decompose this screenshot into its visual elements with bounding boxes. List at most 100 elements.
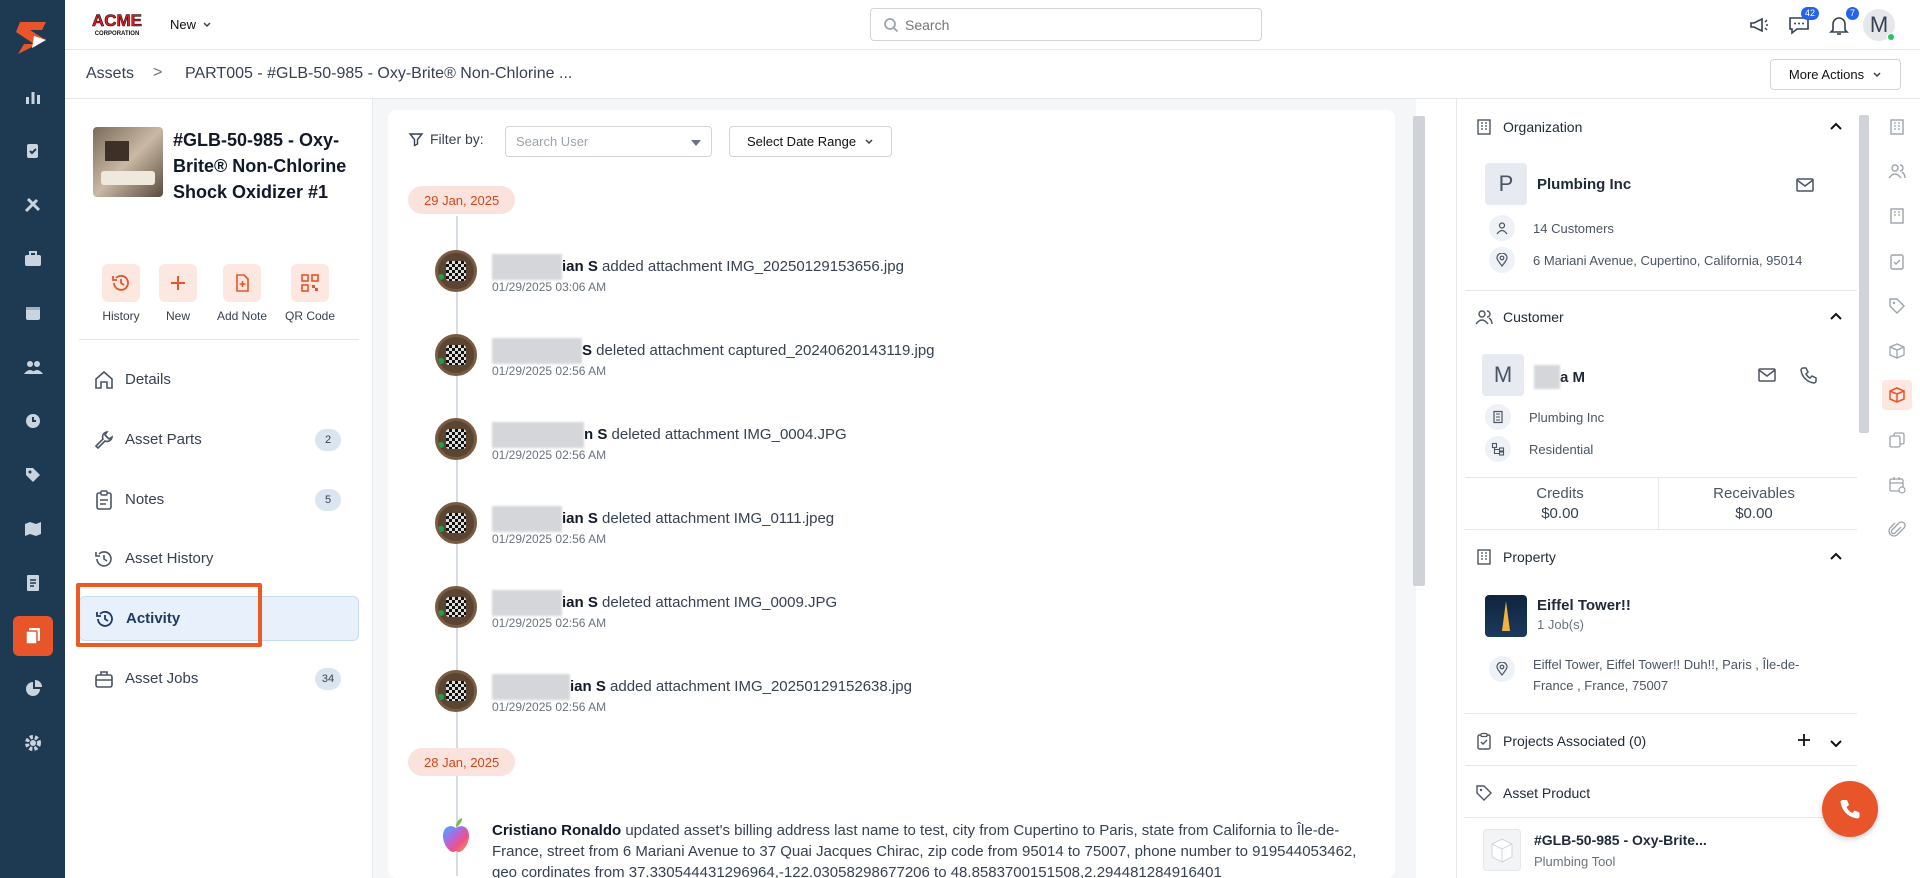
chevron-up-icon[interactable] bbox=[1829, 310, 1843, 324]
global-search[interactable] bbox=[870, 8, 1262, 41]
nav-invoices-icon[interactable] bbox=[18, 568, 48, 598]
activity-user[interactable]: ian S bbox=[562, 510, 598, 527]
add-note-action[interactable]: Add Note bbox=[207, 264, 277, 323]
announcement-icon[interactable] bbox=[1747, 13, 1771, 37]
sidebar-item-asset-parts[interactable]: Asset Parts 2 bbox=[79, 417, 359, 462]
customer-name-wrap[interactable]: a M bbox=[1534, 365, 1585, 389]
receivables-stat: Receivables $0.00 bbox=[1659, 485, 1849, 522]
asset-jobs-count: 34 bbox=[315, 667, 341, 690]
property-image[interactable] bbox=[1485, 595, 1527, 637]
details-scrollbar[interactable] bbox=[1859, 115, 1869, 433]
nav-time-icon[interactable] bbox=[18, 406, 48, 436]
activity-user[interactable]: ian S bbox=[562, 594, 598, 611]
notifications-button[interactable]: 7 bbox=[1827, 7, 1859, 37]
activity-user[interactable]: ian S bbox=[570, 678, 606, 695]
user-avatar[interactable] bbox=[435, 586, 477, 628]
customer-initial: M bbox=[1493, 362, 1513, 387]
notifications-badge: 7 bbox=[1845, 7, 1859, 20]
nav-tools-icon[interactable] bbox=[18, 190, 48, 220]
nav-customers-icon[interactable] bbox=[18, 352, 48, 382]
user-avatar[interactable] bbox=[435, 418, 477, 460]
activity-user[interactable]: ian S bbox=[562, 258, 598, 275]
product-name[interactable]: #GLB-50-985 - Oxy-Brite... bbox=[1534, 832, 1707, 848]
new-action[interactable]: New bbox=[143, 264, 213, 323]
sidebar-item-asset-jobs[interactable]: Asset Jobs 34 bbox=[79, 656, 359, 701]
breadcrumb-assets-link[interactable]: Assets bbox=[86, 65, 134, 83]
nav-tags-icon[interactable] bbox=[18, 460, 48, 490]
sidebar-divider bbox=[79, 339, 359, 340]
sidebar-item-notes[interactable]: Notes 5 bbox=[79, 477, 359, 522]
rail-tag-icon[interactable] bbox=[1886, 295, 1908, 317]
date-range-button[interactable]: Select Date Range bbox=[729, 126, 892, 157]
nav-reports-icon[interactable] bbox=[18, 82, 48, 112]
activity-timestamp: 01/29/2025 02:56 AM bbox=[492, 532, 607, 546]
section-divider bbox=[1465, 713, 1857, 714]
phone-icon[interactable] bbox=[1799, 365, 1819, 385]
asset-image[interactable] bbox=[93, 127, 163, 197]
user-filter-select[interactable]: Search User bbox=[505, 126, 712, 157]
clipboard-check-icon bbox=[1477, 732, 1491, 750]
mail-icon[interactable] bbox=[1795, 175, 1815, 195]
customer-section-header[interactable]: Customer bbox=[1475, 306, 1851, 328]
property-jobs[interactable]: 1 Job(s) bbox=[1537, 617, 1584, 632]
nav-settings-icon[interactable] bbox=[18, 728, 48, 758]
qr-code-action[interactable]: QR Code bbox=[275, 264, 345, 323]
activity-user[interactable]: n S bbox=[584, 426, 607, 443]
user-avatar[interactable] bbox=[435, 250, 477, 292]
rail-projects-icon[interactable] bbox=[1886, 250, 1908, 272]
feed-scrollbar[interactable] bbox=[1413, 116, 1425, 586]
filter-label-text: Filter by: bbox=[430, 131, 484, 147]
asset-product-section-header[interactable]: Asset Product bbox=[1475, 782, 1851, 804]
notes-count: 5 bbox=[315, 488, 341, 511]
chevron-down-icon[interactable] bbox=[1829, 736, 1843, 750]
messages-button[interactable]: 42 bbox=[1787, 7, 1819, 37]
rail-organization-icon[interactable] bbox=[1886, 116, 1908, 138]
user-avatar[interactable]: M bbox=[1863, 9, 1895, 41]
mail-icon[interactable] bbox=[1757, 365, 1777, 385]
new-menu[interactable]: New bbox=[170, 17, 212, 32]
chevron-up-icon[interactable] bbox=[1829, 120, 1843, 134]
customer-name[interactable]: a M bbox=[1560, 369, 1585, 386]
activity-user[interactable]: Cristiano Ronaldo bbox=[492, 822, 621, 839]
rail-asset-icon[interactable] bbox=[1882, 380, 1912, 410]
user-avatar[interactable] bbox=[435, 670, 477, 712]
organization-name[interactable]: Plumbing Inc bbox=[1537, 176, 1631, 193]
rail-customer-icon[interactable] bbox=[1886, 160, 1908, 182]
add-project-icon[interactable] bbox=[1797, 733, 1811, 747]
filter-icon bbox=[408, 133, 424, 147]
user-avatar[interactable] bbox=[435, 502, 477, 544]
property-name[interactable]: Eiffel Tower!! bbox=[1537, 597, 1631, 614]
sidebar-item-details[interactable]: Details bbox=[79, 357, 359, 402]
dropdown-caret-icon bbox=[691, 140, 701, 146]
product-image[interactable] bbox=[1483, 829, 1521, 871]
property-section-header[interactable]: Property bbox=[1475, 546, 1851, 568]
date-group-label: 28 Jan, 2025 bbox=[408, 748, 516, 776]
nav-jobs-icon[interactable] bbox=[18, 244, 48, 274]
search-input[interactable] bbox=[905, 9, 1245, 40]
organization-section-header[interactable]: Organization bbox=[1475, 116, 1851, 138]
call-button[interactable] bbox=[1822, 781, 1878, 837]
section-divider bbox=[1465, 290, 1857, 291]
organization-address: 6 Mariani Avenue, Cupertino, California,… bbox=[1533, 252, 1803, 268]
nav-analytics-icon[interactable] bbox=[18, 674, 48, 704]
user-avatar[interactable] bbox=[435, 334, 477, 376]
rail-copy-icon[interactable] bbox=[1886, 429, 1908, 451]
projects-section-header[interactable]: Projects Associated (0) bbox=[1475, 730, 1851, 752]
rail-attachment-icon[interactable] bbox=[1886, 519, 1908, 541]
nav-tasks-icon[interactable] bbox=[18, 136, 48, 166]
rail-schedule-icon[interactable] bbox=[1886, 474, 1908, 496]
acme-logo[interactable]: ACME CORPORATION bbox=[85, 10, 149, 38]
sidebar-item-asset-history[interactable]: Asset History bbox=[79, 536, 359, 581]
apple-avatar-icon[interactable] bbox=[439, 816, 473, 854]
app-logo-icon[interactable] bbox=[12, 18, 52, 58]
more-actions-button[interactable]: More Actions bbox=[1770, 59, 1901, 90]
chevron-up-icon[interactable] bbox=[1829, 550, 1843, 564]
nav-calendar-icon[interactable] bbox=[18, 298, 48, 328]
rail-property-icon[interactable] bbox=[1886, 205, 1908, 227]
section-divider bbox=[1465, 477, 1857, 478]
nav-map-icon[interactable] bbox=[18, 514, 48, 544]
asset-product-title: Asset Product bbox=[1503, 785, 1591, 801]
activity-user[interactable]: S bbox=[582, 342, 592, 359]
rail-box-icon[interactable] bbox=[1886, 340, 1908, 362]
nav-assets-icon[interactable] bbox=[13, 616, 53, 656]
